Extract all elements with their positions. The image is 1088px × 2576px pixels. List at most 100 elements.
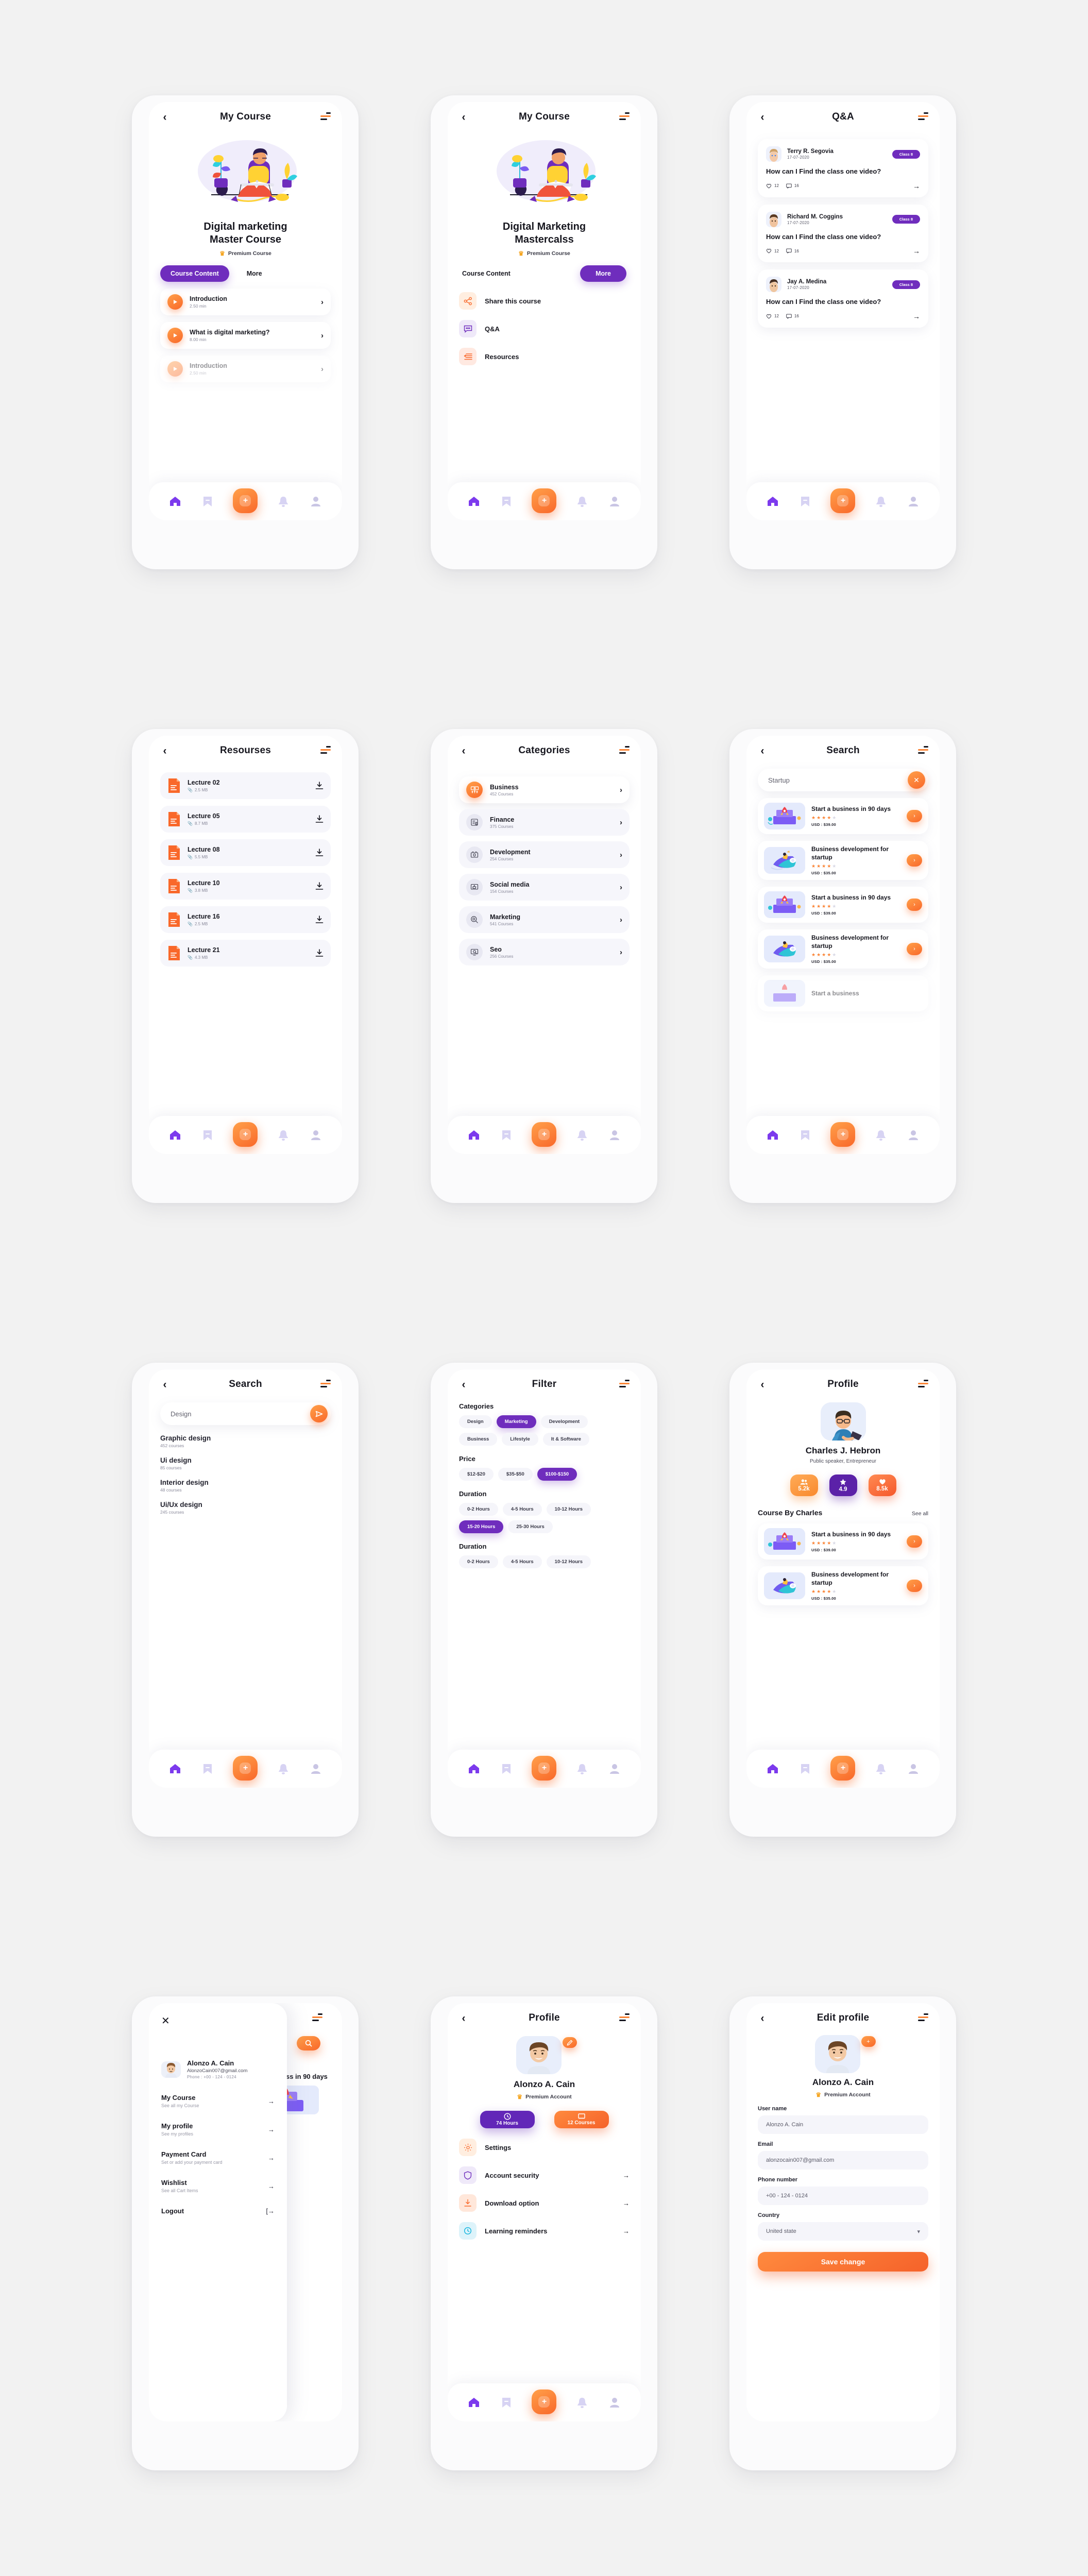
home-icon[interactable] [168, 1762, 182, 1775]
bookmark-icon[interactable] [500, 1128, 513, 1142]
resource-row[interactable]: Lecture 21 📎 4.3 MB [160, 940, 331, 967]
pill-hours[interactable]: 74 Hours [480, 2111, 535, 2128]
home-icon[interactable] [766, 1128, 779, 1142]
arrow-right-icon[interactable]: → [913, 312, 920, 320]
filter-chip[interactable]: 4-5 Hours [502, 1555, 542, 1568]
bell-icon[interactable] [277, 495, 290, 508]
email-field[interactable]: alonzocain007@gmail.com [758, 2151, 928, 2170]
menu-icon[interactable] [619, 2013, 630, 2021]
bell-icon[interactable] [575, 2396, 589, 2409]
suggestion-item[interactable]: Ui/Ux design 245 courses [160, 1501, 331, 1515]
add-button[interactable]: + [233, 1756, 258, 1781]
course-card[interactable]: Start a business [758, 975, 928, 1012]
arrow-right-icon[interactable]: → [268, 2126, 275, 2133]
filter-chip[interactable]: Development [540, 1415, 588, 1428]
back-icon[interactable]: ‹ [160, 110, 169, 124]
category-row-social-media[interactable]: Social media 154 Courses › [459, 874, 630, 901]
add-button[interactable]: + [532, 1756, 557, 1781]
bell-icon[interactable] [874, 1128, 888, 1142]
save-button[interactable]: Save change [758, 2252, 928, 2272]
back-icon[interactable]: ‹ [160, 744, 169, 757]
filter-chip[interactable]: Design [459, 1415, 492, 1428]
menu-icon[interactable] [918, 112, 928, 120]
course-card[interactable]: Business development for startup ★★★★★ U… [758, 841, 928, 880]
category-row-seo[interactable]: Seo 256 Courses › [459, 939, 630, 965]
chevron-right-icon[interactable]: › [620, 883, 622, 892]
pill-courses[interactable]: 12 Courses [554, 2111, 609, 2128]
like-count[interactable]: 12 [766, 183, 779, 189]
filter-chip[interactable]: 0-2 Hours [459, 1555, 498, 1568]
phone-field[interactable]: +00 - 124 - 0124 [758, 2187, 928, 2205]
tab-course-content[interactable]: Course Content [160, 265, 229, 282]
arrow-right-icon[interactable]: → [268, 2097, 275, 2105]
bell-icon[interactable] [575, 1762, 589, 1775]
username-field[interactable]: Alonzo A. Cain [758, 2115, 928, 2134]
person-icon[interactable] [309, 1128, 322, 1142]
bookmark-icon[interactable] [798, 1128, 812, 1142]
lesson-row[interactable]: Introduction 2.50 min › [160, 289, 331, 315]
comment-count[interactable]: 16 [786, 314, 799, 319]
search-icon[interactable] [297, 2036, 320, 2050]
filter-chip[interactable]: It & Software [542, 1433, 589, 1446]
qa-card[interactable]: Terry R. Segovia 17-07-2020 Class 8 How … [758, 139, 928, 197]
person-icon[interactable] [608, 1762, 621, 1775]
comment-count[interactable]: 16 [786, 248, 799, 254]
menu-item-settings[interactable]: Settings [459, 2139, 630, 2156]
back-icon[interactable]: ‹ [758, 1378, 767, 1391]
bookmark-icon[interactable] [798, 1762, 812, 1775]
back-icon[interactable]: ‹ [758, 110, 767, 124]
filter-chip[interactable]: 25-30 Hours [508, 1520, 553, 1533]
download-icon[interactable] [315, 782, 324, 790]
filter-chip[interactable]: 4-5 Hours [502, 1503, 542, 1516]
add-button[interactable]: + [532, 1122, 557, 1147]
drawer-item-logout[interactable]: Logout [→ [161, 2207, 275, 2215]
course-card[interactable]: Business development for startup ★★★★★ U… [758, 1566, 928, 1606]
close-icon[interactable]: ✕ [908, 771, 925, 789]
arrow-right-icon[interactable]: → [913, 182, 920, 190]
drawer-item-payment-card[interactable]: Payment Card Set or add your payment card… [161, 2150, 275, 2165]
send-icon[interactable] [310, 1405, 328, 1422]
bookmark-icon[interactable] [201, 495, 214, 508]
arrow-right-icon[interactable]: → [623, 2172, 630, 2179]
menu-icon[interactable] [619, 1380, 630, 1387]
logout-icon[interactable]: [→ [266, 2207, 275, 2215]
menu-item-download-option[interactable]: Download option → [459, 2194, 630, 2212]
add-photo-button[interactable]: + [861, 2036, 876, 2047]
person-icon[interactable] [907, 495, 920, 508]
search-input[interactable] [768, 776, 908, 784]
home-icon[interactable] [467, 1762, 481, 1775]
tab-course-content[interactable]: Course Content [462, 265, 521, 282]
back-icon[interactable]: ‹ [758, 2011, 767, 2025]
download-icon[interactable] [315, 882, 324, 890]
category-row-development[interactable]: Development 254 Courses › [459, 841, 630, 868]
chevron-right-icon[interactable]: › [620, 818, 622, 827]
menu-icon[interactable] [918, 746, 928, 754]
home-icon[interactable] [766, 1762, 779, 1775]
person-icon[interactable] [907, 1762, 920, 1775]
home-icon[interactable] [467, 1128, 481, 1142]
download-icon[interactable] [315, 949, 324, 957]
back-icon[interactable]: ‹ [459, 2011, 468, 2025]
resource-row[interactable]: Lecture 02 📎 2.5 MB [160, 772, 331, 799]
bookmark-icon[interactable] [500, 1762, 513, 1775]
open-course-button[interactable]: › [907, 1535, 922, 1548]
chevron-right-icon[interactable]: › [620, 851, 622, 859]
menu-icon[interactable] [918, 2013, 928, 2021]
lesson-row[interactable]: What is digital marketing? 8.00 min › [160, 322, 331, 349]
filter-chip[interactable]: Marketing [496, 1415, 536, 1428]
suggestion-item[interactable]: Graphic design 452 courses [160, 1434, 331, 1448]
home-icon[interactable] [467, 2396, 481, 2409]
chevron-right-icon[interactable]: › [321, 298, 324, 307]
drawer-item-my-profile[interactable]: My profile See my profiles → [161, 2122, 275, 2137]
course-card[interactable]: Business development for startup ★★★★★ U… [758, 929, 928, 969]
bookmark-icon[interactable] [500, 495, 513, 508]
person-icon[interactable] [309, 1762, 322, 1775]
person-icon[interactable] [309, 495, 322, 508]
comment-count[interactable]: 16 [786, 183, 799, 189]
filter-chip[interactable]: $35-$50 [498, 1468, 533, 1481]
bell-icon[interactable] [575, 495, 589, 508]
back-icon[interactable]: ‹ [459, 1378, 468, 1391]
filter-chip[interactable]: 10-12 Hours [546, 1503, 591, 1516]
lesson-row[interactable]: Introduction 2.50 min › [160, 355, 331, 382]
drawer-item-my-course[interactable]: My Course See all my Course → [161, 2094, 275, 2108]
